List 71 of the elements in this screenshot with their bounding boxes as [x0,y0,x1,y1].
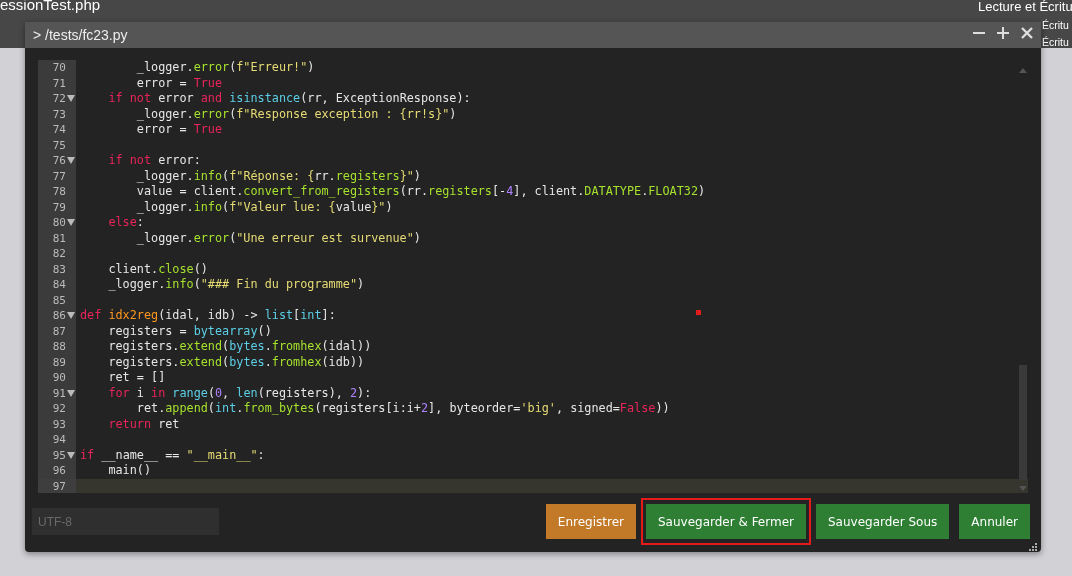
code-line: value = client.convert_from_registers(rr.registers[-4], client.DATATYPE.FLOAT32) [135,184,706,200]
code-line: main() [107,463,152,479]
line-number: 94 [51,432,66,448]
line-number: 83 [51,261,66,277]
line-number: 84 [51,277,66,293]
code-line: if __name__ == "__main__": [80,447,265,463]
line-number: 82 [51,246,66,262]
cursor-marker [696,310,701,315]
code-line: client.close() [107,261,208,277]
line-number: 74 [51,122,66,138]
code-line: def idx2reg(idal, idb) -> list[int]: [80,308,336,324]
action-button[interactable]: Sauvegarder Sous [816,504,950,539]
code-line: _logger.error(f"Response exception : {rr!s}") [135,106,457,122]
line-number: 81 [51,230,66,246]
permission-label: Lecture et Écritu [978,0,1072,14]
line-number: 87 [51,323,66,339]
line-number: 95 [51,447,66,463]
code-line: ret.append(int.from_bytes(registers[i:i+2], byteorder='big', signed=False)) [135,401,670,417]
code-line: error = True [135,122,223,138]
window-title: > /tests/fc23.py [33,27,128,43]
code-line: ret = [] [107,370,166,386]
fold-down-icon[interactable] [67,312,75,320]
code-line: _logger.info("### Fin du programme") [107,277,365,293]
code-line: for i in range(0, len(registers), 2): [107,385,372,401]
permission-label: Écritu [1042,36,1069,48]
line-number: 91 [51,385,66,401]
code-line: if not error: [107,153,201,169]
code-line: else: [107,215,144,231]
line-number: 77 [51,168,66,184]
fold-down-icon[interactable] [67,451,75,459]
code-line: return ret [107,416,180,432]
plus-icon[interactable] [997,27,1009,39]
code-line: registers.extend(bytes.fromhex(idb)) [107,354,365,370]
code-line: if not error and isinstance(rr, ExceptionResponse): [107,91,471,107]
file-name: essionTest.php [0,0,101,13]
line-number: 96 [51,463,66,479]
encoding-field[interactable]: UTF-8 [32,508,219,535]
close-icon[interactable] [1021,27,1033,39]
line-number: 72 [51,91,66,107]
save-button[interactable]: Enregistrer [545,504,636,539]
line-number: 80 [51,215,66,231]
line-number: 85 [51,292,66,308]
line-number: 93 [51,416,66,432]
code-line: _logger.error(f"Erreur!") [135,60,315,76]
line-number: 90 [51,370,66,386]
fold-down-icon[interactable] [67,389,75,397]
action-button[interactable]: Annuler [959,504,1030,539]
code-line: registers = bytearray() [107,323,272,339]
line-number: 88 [51,339,66,355]
line-number: 78 [51,184,66,200]
line-number: 86 [51,308,66,324]
permission-label: Écritu [1042,19,1069,31]
fold-down-icon[interactable] [67,157,75,165]
action-button[interactable]: Sauvegarder & Fermer [645,504,806,539]
line-number: 70 [51,60,66,76]
code-line: _logger.error("Une erreur est survenue") [135,230,421,246]
fold-down-icon[interactable] [67,219,75,227]
line-number: 97 [51,478,66,493]
line-number: 92 [51,401,66,417]
code-line: _logger.info(f"Valeur lue: {value}") [135,199,393,215]
fold-down-icon[interactable] [67,95,75,103]
code-line: error = True [135,75,223,91]
code-line: registers.extend(bytes.fromhex(idal)) [107,339,372,355]
line-number: 79 [51,199,66,215]
line-number: 71 [51,75,66,91]
line-number: 73 [51,106,66,122]
line-number: 89 [51,354,66,370]
line-number: 76 [51,153,66,169]
resize-grip-icon[interactable] [1028,542,1038,552]
line-number: 75 [51,137,66,153]
code-line: _logger.info(f"Réponse: {rr.registers}") [135,168,421,184]
